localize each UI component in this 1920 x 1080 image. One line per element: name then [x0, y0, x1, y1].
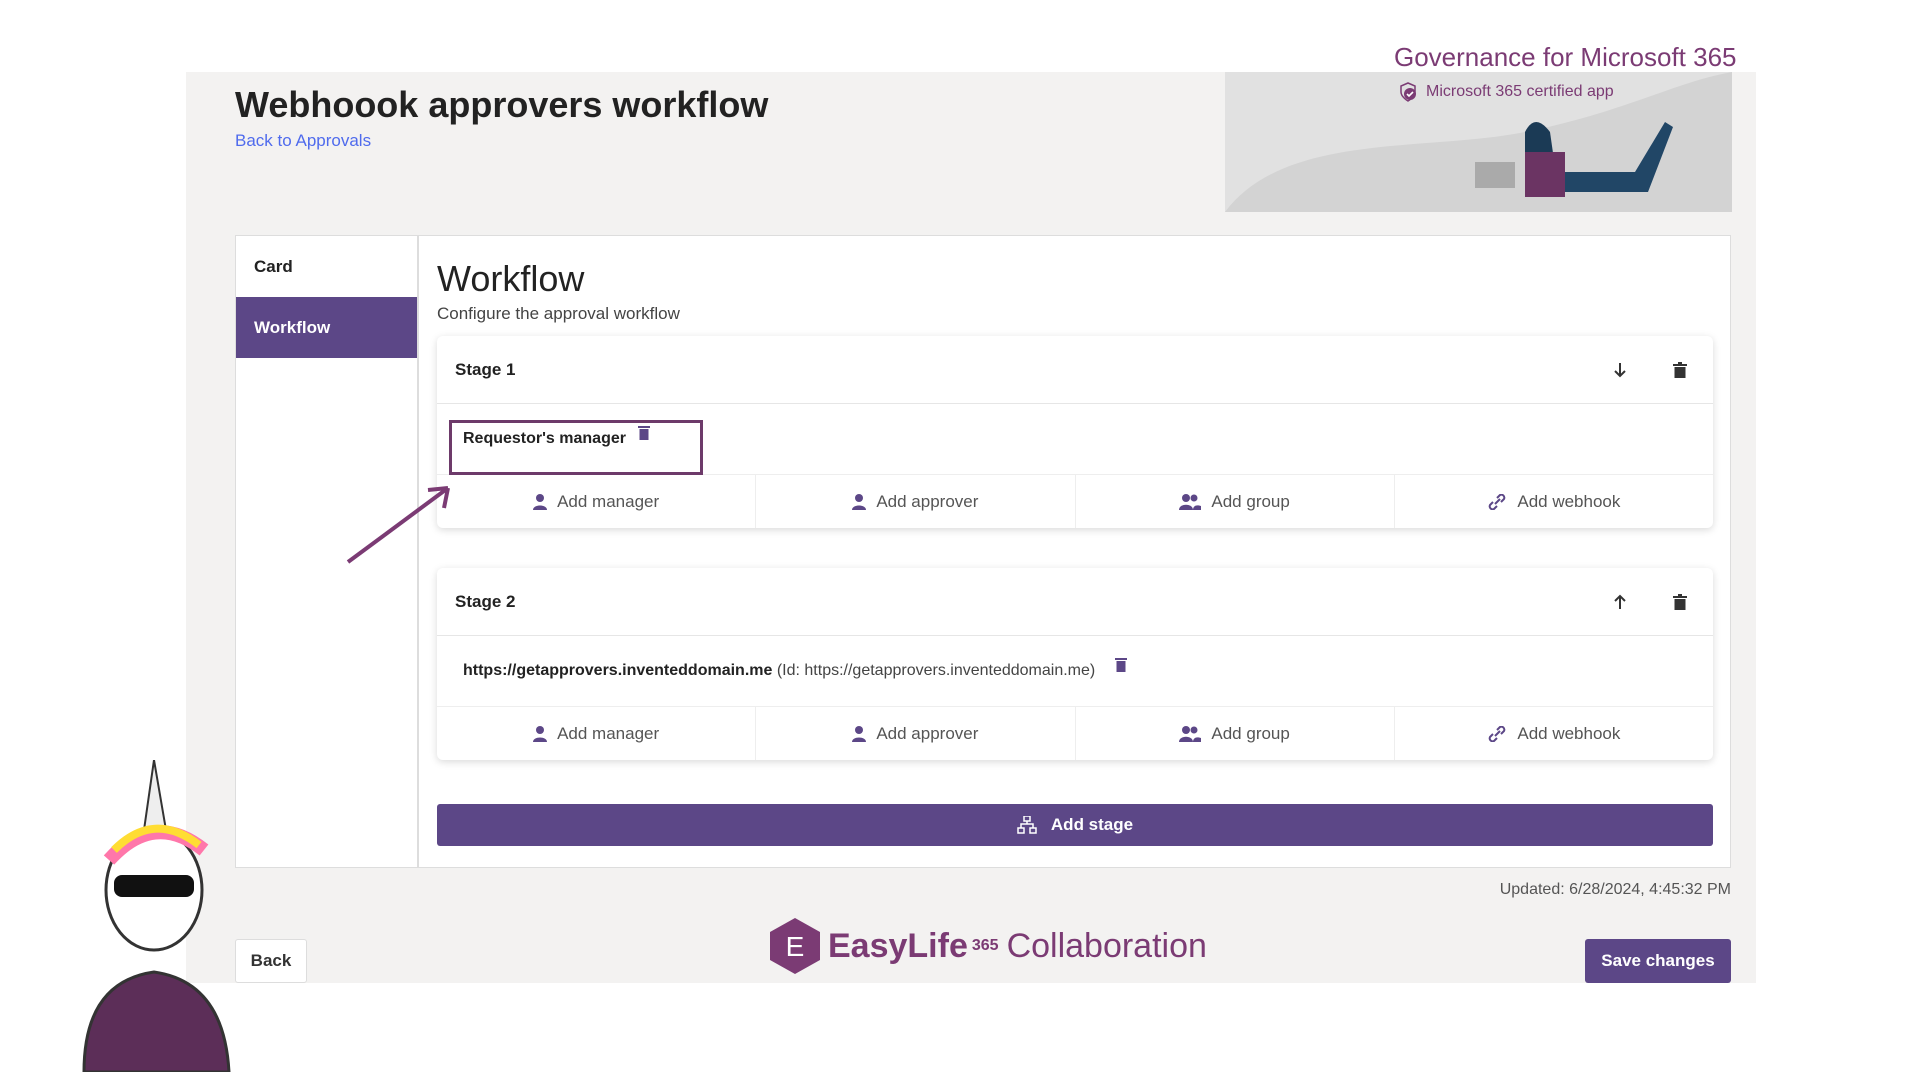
person-icon: [533, 725, 548, 742]
page-title: Webhoook approvers workflow: [235, 84, 769, 125]
brand-title: Governance for Microsoft 365: [1394, 42, 1737, 72]
add-manager-label: Add manager: [557, 723, 660, 743]
stage-label: Stage 2: [455, 591, 516, 611]
add-webhook-label: Add webhook: [1517, 491, 1621, 511]
stage-label: Stage 1: [455, 359, 516, 379]
certified-badge: Microsoft 365 certified app: [1398, 82, 1614, 102]
save-changes-button[interactable]: Save changes: [1585, 939, 1731, 983]
add-stage-label: Add stage: [1050, 815, 1134, 834]
add-approver-label: Add approver: [876, 723, 979, 743]
arrow-down-icon[interactable]: [1605, 355, 1635, 385]
person-icon: [533, 493, 548, 510]
shield-check-icon: [1400, 82, 1416, 102]
logo-sub: Collaboration: [1006, 926, 1207, 965]
svg-text:E: E: [786, 931, 805, 962]
section-title: Workflow: [437, 258, 585, 299]
add-group-label: Add group: [1211, 723, 1290, 743]
add-manager-button[interactable]: Add manager: [437, 475, 757, 528]
person-icon: [852, 725, 867, 742]
add-manager-button[interactable]: Add manager: [437, 707, 757, 760]
group-icon: [1179, 725, 1202, 742]
annotation-arrow: [346, 486, 450, 564]
logo-sup: 365: [971, 937, 999, 954]
link-icon: [1489, 493, 1506, 510]
add-webhook-label: Add webhook: [1517, 723, 1621, 743]
add-stage-button[interactable]: Add stage: [437, 804, 1713, 846]
person-icon: [852, 493, 867, 510]
logo-text: EasyLife: [828, 926, 968, 965]
add-group-label: Add group: [1211, 491, 1290, 511]
back-to-approvals-link[interactable]: Back to Approvals: [235, 131, 371, 151]
add-group-button[interactable]: Add group: [1076, 475, 1395, 528]
link-icon: [1489, 725, 1506, 742]
add-manager-label: Add manager: [557, 491, 660, 511]
trash-icon[interactable]: [1665, 355, 1695, 385]
stage-card: Stage 2 https://getapprovers.inventeddom…: [437, 568, 1713, 760]
add-group-button[interactable]: Add group: [1076, 707, 1395, 760]
sidebar-item-workflow[interactable]: Workflow: [236, 297, 417, 358]
group-icon: [1179, 493, 1202, 510]
sitemap-icon: [1017, 816, 1037, 834]
add-approver-label: Add approver: [876, 491, 979, 511]
add-approver-button[interactable]: Add approver: [756, 475, 1076, 528]
workflow-panel: Workflow Configure the approval workflow…: [418, 235, 1731, 868]
add-webhook-button[interactable]: Add webhook: [1395, 707, 1713, 760]
trash-icon[interactable]: [1115, 657, 1128, 677]
highlight-box: [449, 420, 703, 475]
trash-icon[interactable]: [1665, 587, 1695, 617]
add-webhook-button[interactable]: Add webhook: [1395, 475, 1713, 528]
add-approver-button[interactable]: Add approver: [756, 707, 1076, 760]
certified-text: Microsoft 365 certified app: [1426, 83, 1614, 100]
easylife-logo: E EasyLife 365 Collaboration: [770, 918, 1207, 974]
approver-name: https://getapprovers.inventeddomain.me: [463, 662, 773, 679]
sidebar-item-card[interactable]: Card: [236, 236, 417, 297]
approver-id: (Id: https://getapprovers.inventeddomain…: [776, 662, 1096, 679]
unicorn-mascot: [82, 760, 231, 1072]
back-button[interactable]: Back: [235, 939, 307, 983]
updated-timestamp: Updated: 6/28/2024, 4:45:32 PM: [1499, 881, 1731, 898]
section-subtitle: Configure the approval workflow: [437, 304, 680, 323]
arrow-up-icon[interactable]: [1605, 587, 1635, 617]
